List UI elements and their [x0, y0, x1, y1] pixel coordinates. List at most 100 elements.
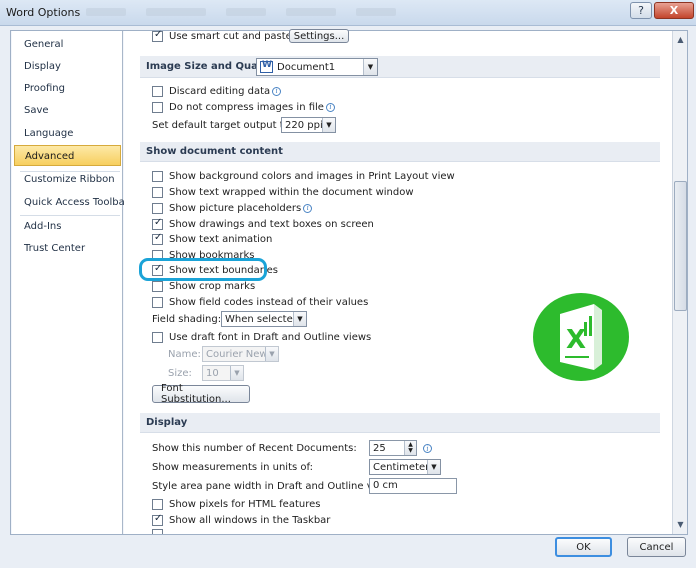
nav-item-advanced[interactable]: Advanced	[14, 145, 121, 166]
pixels-checkbox[interactable]	[152, 498, 163, 510]
font-name-row: Name:	[168, 346, 201, 362]
font-size-label: Size:	[168, 367, 192, 379]
ok-button[interactable]: OK	[555, 537, 612, 557]
spinner-arrows-icon[interactable]: ▲ ▼	[404, 441, 416, 455]
title-bar: Word Options ? X	[0, 0, 696, 26]
nav-item-language[interactable]: Language	[14, 123, 121, 144]
draft-font-label: Use draft font in Draft and Outline view…	[169, 331, 372, 343]
chevron-down-icon: ▼	[363, 59, 377, 75]
all-windows-checkbox[interactable]	[152, 513, 163, 526]
style-area-label: Style area pane width in Draft and Outli…	[152, 480, 399, 492]
options-nav: General Display Proofing Save Language A…	[12, 31, 129, 534]
show-content-section-header: Show document content	[140, 142, 660, 162]
text-animation-checkbox[interactable]	[152, 232, 163, 245]
font-size-select[interactable]: 10 ▼	[202, 365, 244, 381]
nav-item-general[interactable]: General	[14, 34, 121, 55]
all-windows-row: Show all windows in the Taskbar	[152, 512, 330, 528]
image-size-section-header: Image Size and Quality	[140, 56, 660, 78]
units-label: Show measurements in units of:	[152, 461, 314, 473]
close-button[interactable]: X	[654, 2, 694, 19]
style-area-input[interactable]: 0 cm	[369, 478, 457, 494]
target-output-row: Set default target output to:	[152, 117, 293, 133]
chevron-down-icon: ▼	[265, 347, 278, 361]
option-row: Show text wrapped within the document wi…	[152, 184, 414, 200]
text-wrapped-checkbox[interactable]	[152, 186, 163, 198]
pixels-label: Show pixels for HTML features	[169, 498, 321, 510]
info-icon: i	[325, 102, 335, 112]
info-icon: i	[303, 203, 313, 213]
option-label: Show drawings and text boxes on screen	[169, 218, 374, 230]
units-row: Show measurements in units of:	[152, 459, 313, 475]
field-shading-select[interactable]: When selected ▼	[221, 311, 307, 327]
help-button[interactable]: ?	[630, 2, 652, 19]
info-icon: i	[272, 86, 282, 96]
field-shading-row: Field shading:	[152, 311, 221, 327]
nav-item-add-ins[interactable]: Add-Ins	[14, 216, 121, 237]
font-name-value: Courier New	[206, 348, 268, 360]
font-size-value: 10	[206, 367, 219, 379]
target-output-value: 220 ppi	[285, 119, 323, 131]
pixels-row: Show pixels for HTML features	[152, 496, 320, 512]
crop-marks-checkbox[interactable]	[152, 280, 163, 292]
option-row: Show text animation	[152, 231, 272, 247]
option-label: Show picture placeholders	[169, 202, 302, 214]
nav-item-proofing[interactable]: Proofing	[14, 78, 121, 99]
discard-editing-checkbox[interactable]	[152, 85, 163, 97]
font-size-row: Size:	[168, 365, 192, 381]
picture-placeholders-checkbox[interactable]	[152, 202, 163, 214]
font-name-label: Name:	[168, 348, 201, 360]
scrollbar-thumb[interactable]	[674, 181, 687, 311]
option-row: Show background colors and images in Pri…	[152, 168, 455, 184]
smart-cut-label: Use smart cut and paste	[169, 30, 292, 42]
scroll-up-icon[interactable]: ▲	[674, 32, 687, 47]
draft-font-checkbox[interactable]	[152, 331, 163, 343]
excel-logo-watermark: X	[533, 293, 629, 381]
nav-item-customize-ribbon[interactable]: Customize Ribbon	[14, 169, 121, 190]
info-icon: i	[423, 444, 432, 453]
chevron-down-icon: ▼	[293, 312, 306, 326]
partial-checkbox	[152, 529, 163, 534]
display-section-header: Display	[140, 413, 660, 433]
font-substitution-button[interactable]: Font Substitution...	[152, 383, 250, 405]
no-compress-row: Do not compress images in file i	[152, 99, 335, 115]
all-windows-label: Show all windows in the Taskbar	[169, 514, 331, 526]
field-codes-checkbox[interactable]	[152, 296, 163, 308]
field-shading-value: When selected	[225, 313, 300, 325]
no-compress-checkbox[interactable]	[152, 101, 163, 113]
draft-font-row: Use draft font in Draft and Outline view…	[152, 329, 371, 345]
discard-editing-label: Discard editing data	[169, 85, 271, 97]
option-row: Show drawings and text boxes on screen	[152, 216, 374, 232]
settings-button[interactable]: Settings...	[289, 29, 349, 43]
recent-docs-spinner[interactable]: 25 ▲ ▼	[369, 440, 417, 456]
target-output-label: Set default target output to:	[152, 119, 294, 131]
units-select[interactable]: Centimeters ▼	[369, 459, 441, 475]
drawings-textboxes-checkbox[interactable]	[152, 217, 163, 230]
smart-cut-checkbox[interactable]	[152, 29, 163, 42]
nav-item-save[interactable]: Save	[14, 100, 121, 121]
document-select-value: Document1	[277, 61, 336, 73]
document-select[interactable]: Document1 ▼	[256, 58, 378, 76]
option-label: Show background colors and images in Pri…	[169, 170, 455, 182]
option-row: Show picture placeholders i	[152, 200, 313, 216]
chevron-down-icon: ▼	[322, 118, 335, 132]
style-area-row: Style area pane width in Draft and Outli…	[152, 478, 398, 494]
smart-cut-row: Use smart cut and paste i	[152, 28, 303, 44]
chevron-down-icon: ▼	[230, 366, 243, 380]
display-heading: Display	[146, 417, 188, 428]
option-label: Show crop marks	[169, 280, 256, 292]
field-shading-label: Field shading:	[152, 313, 222, 325]
option-row: Show field codes instead of their values	[152, 294, 368, 310]
show-content-heading: Show document content	[146, 146, 283, 157]
content-scrollbar[interactable]: ▲ ▼	[672, 31, 687, 534]
nav-item-display[interactable]: Display	[14, 56, 121, 77]
nav-item-quick-access-toolbar[interactable]: Quick Access Toolbar	[14, 192, 129, 213]
background-colors-checkbox[interactable]	[152, 170, 163, 182]
option-row: Show crop marks	[152, 278, 255, 294]
title-bar-background	[86, 8, 396, 16]
nav-item-trust-center[interactable]: Trust Center	[14, 238, 121, 259]
scroll-down-icon[interactable]: ▼	[674, 517, 687, 532]
cancel-button[interactable]: Cancel	[627, 537, 686, 557]
target-output-select[interactable]: 220 ppi ▼	[281, 117, 336, 133]
font-name-select[interactable]: Courier New ▼	[202, 346, 279, 362]
option-label: Show field codes instead of their values	[169, 296, 369, 308]
